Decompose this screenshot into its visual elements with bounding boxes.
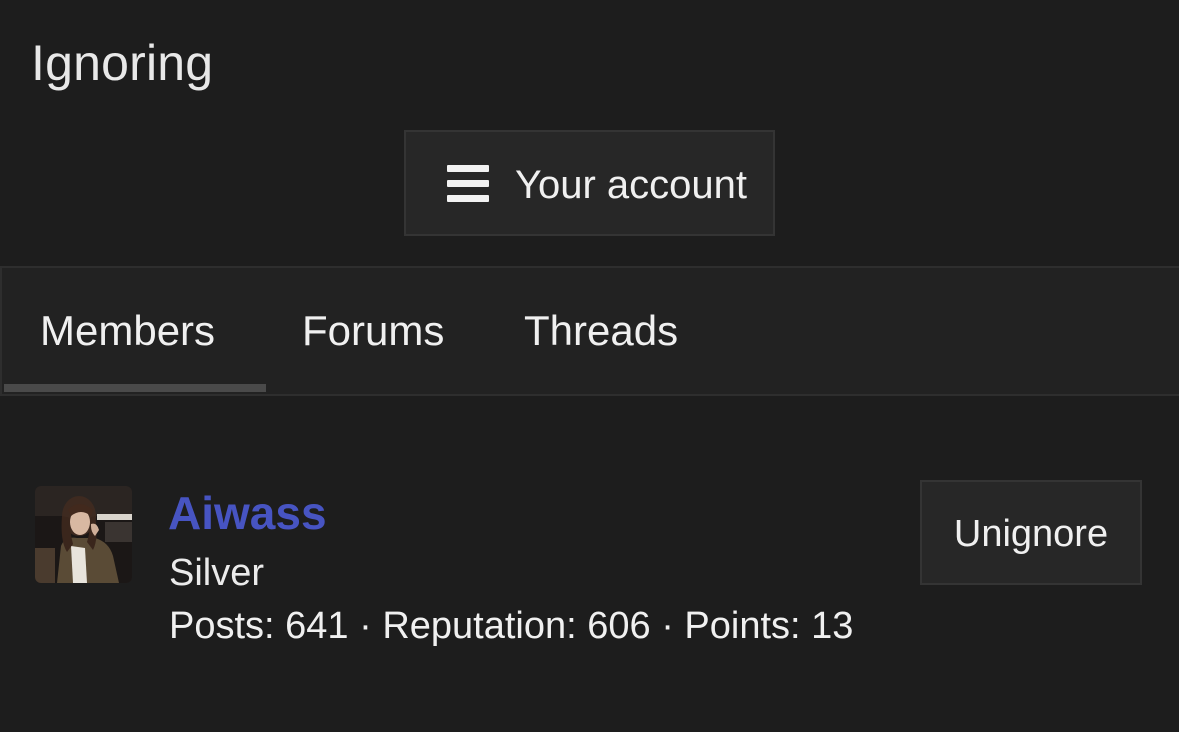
unignore-button[interactable]: Unignore — [920, 480, 1142, 585]
tab-forums[interactable]: Forums — [302, 306, 444, 356]
member-username-link[interactable]: Aiwass — [168, 486, 327, 540]
member-rank: Silver — [169, 552, 265, 594]
your-account-label: Your account — [515, 163, 748, 207]
your-account-button[interactable]: Your account — [404, 130, 775, 236]
ignored-member-row: Aiwass Silver Posts: 641 · Reputation: 6… — [0, 470, 1179, 670]
active-tab-indicator — [4, 384, 266, 392]
ignoring-page: Ignoring Your account Members Forums Thr… — [0, 0, 1179, 732]
ignore-tabs: Members Forums Threads — [0, 266, 1179, 396]
member-stats: Posts: 641 · Reputation: 606 · Points: 1… — [169, 605, 854, 647]
tab-threads[interactable]: Threads — [524, 306, 678, 356]
member-avatar[interactable] — [35, 486, 132, 583]
page-title: Ignoring — [31, 35, 214, 91]
unignore-label: Unignore — [953, 513, 1109, 555]
tab-members[interactable]: Members — [40, 306, 215, 356]
avatar-photo — [35, 486, 132, 583]
menu-icon — [447, 165, 489, 203]
